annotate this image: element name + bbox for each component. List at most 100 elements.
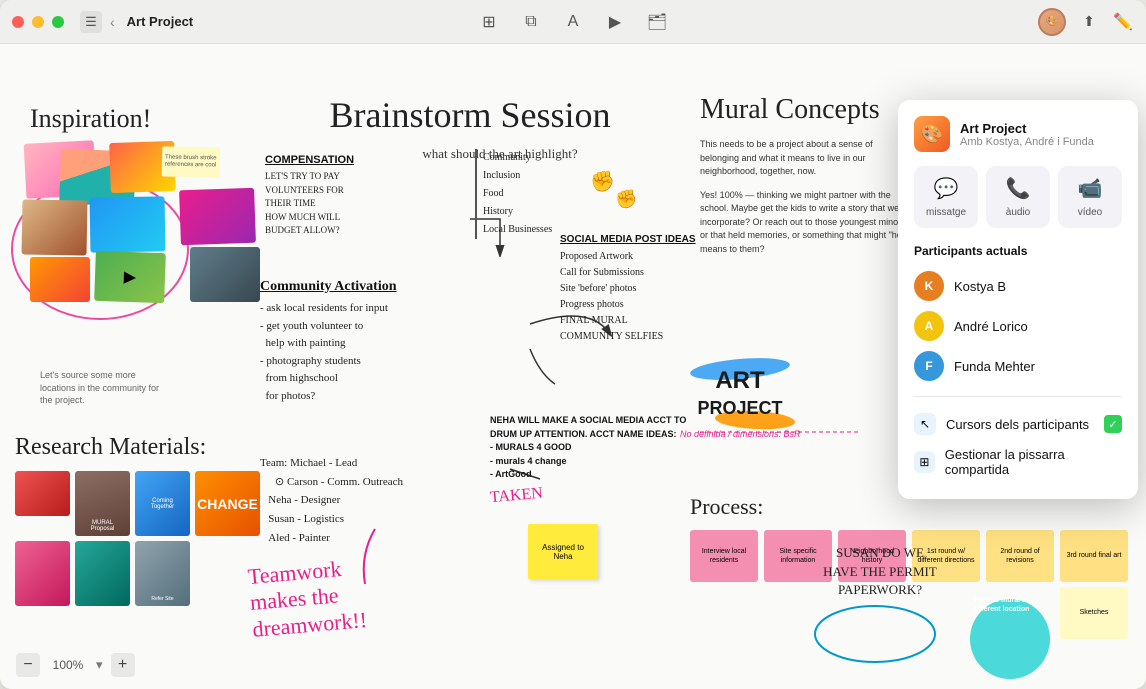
community-items: - ask local residents for input - get yo… (260, 300, 450, 406)
col6-card1: 3rd round final art (1060, 530, 1128, 582)
text-icon[interactable]: A (562, 11, 584, 33)
copy-icon[interactable]: ⧉ (520, 11, 542, 33)
cursors-check: ✓ (1104, 415, 1122, 433)
sidebar-toggle-icon[interactable]: ☰ (80, 11, 102, 33)
edit-icon[interactable]: ✏️ (1112, 11, 1134, 33)
titlebar-tools: ⊞ ⧉ A ▶ 🗂 (478, 11, 668, 33)
video-label: vídeo (1078, 207, 1102, 218)
minimize-button[interactable] (32, 16, 44, 28)
community-title: Community Activation (260, 279, 450, 295)
col6-card2: Sketches (1060, 587, 1128, 639)
zoom-out-button[interactable]: − (16, 653, 40, 677)
thumb-grey: Refer Site (135, 541, 190, 606)
panel-app-icon: 🎨 (914, 116, 950, 152)
cursors-label: Cursors dels participants (946, 417, 1089, 432)
col-2nd-round: 2nd round of revisions (986, 530, 1054, 582)
manage-label: Gestionar la pissarra compartida (945, 447, 1122, 477)
mural-title: Mural Concepts (700, 94, 920, 126)
neha-text: NEHA WILL MAKE A SOCIAL MEDIA ACCT TO DR… (490, 414, 690, 482)
emoji-fist2: ✊ (615, 189, 637, 210)
col-interview: Interview local residents (690, 530, 758, 582)
share-icon[interactable]: ⬆ (1078, 11, 1100, 33)
maximize-button[interactable] (52, 16, 64, 28)
photo-r2 (190, 247, 260, 302)
inspiration-title: Inspiration! (30, 104, 220, 134)
participant-andre: A André Lorico (914, 306, 1122, 346)
thumb-car (15, 471, 70, 516)
message-icon: 💬 (934, 176, 959, 201)
cursor-icon: ↖ (914, 413, 936, 435)
mural-note2: Yes! 100% — thinking we might partner wi… (700, 189, 920, 257)
taken-stamp: TAKEN (489, 484, 543, 507)
video-icon: 📹 (1078, 176, 1103, 201)
research-section: Research Materials: MURALProposal Coming… (15, 434, 275, 606)
emoji-fist1: ✊ (590, 169, 615, 194)
panel-header: 🎨 Art Project Amb Kostya, André i Funda (914, 116, 1122, 152)
panel-title-group: Art Project Amb Kostya, André i Funda (960, 121, 1094, 148)
audio-icon: 📞 (1006, 176, 1031, 201)
neha-box: NEHA WILL MAKE A SOCIAL MEDIA ACCT TO DR… (490, 414, 690, 505)
back-arrow[interactable]: ‹ (106, 12, 119, 32)
panel-subtitle: Amb Kostya, André i Funda (960, 136, 1094, 148)
photo-note: These brush stroke references are cool (162, 146, 221, 177)
titlebar-right: 🎨 ⬆ ✏️ (1038, 8, 1134, 36)
social-title: SOCIAL MEDIA POST IDEAS (560, 234, 720, 245)
andre-name: André Lorico (954, 319, 1028, 334)
table-icon[interactable]: ⊞ (478, 11, 500, 33)
inspiration-note: Let's source some more locations in the … (40, 369, 160, 407)
zoom-in-button[interactable]: + (111, 653, 135, 677)
close-button[interactable] (12, 16, 24, 28)
brainstorm-section: Brainstorm Session what should the art h… (280, 94, 660, 170)
compensation-title: COMPENSATION (265, 154, 415, 166)
research-thumbnails: MURALProposal ComingTogether CHANGE Refe… (15, 471, 275, 606)
col-3rd-round: 3rd round final art Sketches (1060, 530, 1128, 639)
collaboration-panel: 🎨 Art Project Amb Kostya, André i Funda … (898, 100, 1138, 499)
assigned-label: Assigned to Neha (532, 543, 594, 561)
panel-actions: 💬 missatge 📞 àudio 📹 vídeo (914, 166, 1122, 228)
zoom-caret[interactable]: ▾ (96, 657, 103, 673)
media-icon[interactable]: ▶ (604, 11, 626, 33)
message-label: missatge (926, 207, 966, 218)
panel-divider (914, 396, 1122, 397)
manage-board-toggle[interactable]: ⊞ Gestionar la pissarra compartida (914, 441, 1122, 483)
mural-concepts-section: Mural Concepts This needs to be a projec… (700, 94, 920, 256)
research-title: Research Materials: (15, 434, 275, 461)
mural-note: This needs to be a project about a sense… (700, 138, 910, 179)
photo-7: ▶ (94, 251, 166, 303)
photo-6 (30, 257, 90, 302)
titlebar: ☰ ‹ Art Project ⊞ ⧉ A ▶ 🗂 🎨 ⬆ ✏️ (0, 0, 1146, 44)
dimensions-note: No definida / dimensions: BsR (680, 429, 801, 439)
main-window: ☰ ‹ Art Project ⊞ ⧉ A ▶ 🗂 🎨 ⬆ ✏️ (0, 0, 1146, 689)
user-avatar[interactable]: 🎨 (1038, 8, 1066, 36)
thumb-coming-together: ComingTogether (135, 471, 190, 536)
painted-mural-note: Painted mural at different location (966, 596, 1036, 614)
thumb-mural-proposal: MURALProposal (75, 471, 130, 536)
photo-5 (90, 196, 166, 252)
photo-4 (22, 199, 88, 255)
community-section: Community Activation - ask local residen… (260, 279, 450, 406)
kostya-avatar: K (914, 271, 944, 301)
social-media-box: SOCIAL MEDIA POST IDEAS Proposed Artwork… (560, 234, 720, 345)
andre-avatar: A (914, 311, 944, 341)
bottom-toolbar: − 100% ▾ + (16, 653, 135, 677)
message-button[interactable]: 💬 missatge (914, 166, 978, 228)
compensation-box: COMPENSATION LET'S TRY TO PAYVOLUNTEERS … (265, 154, 415, 238)
panel-title: Art Project (960, 121, 1094, 136)
susan-note: SUSAN DO WE HAVE THE PERMIT PAPERWORK? (820, 544, 940, 599)
funda-name: Funda Mehter (954, 359, 1035, 374)
folder-icon[interactable]: 🗂 (646, 11, 668, 33)
brainstorm-title: Brainstorm Session (280, 94, 660, 136)
assigned-sticky: Assigned to Neha (528, 524, 598, 579)
participants-section-title: Participants actuals (914, 244, 1122, 258)
participant-funda: F Funda Mehter (914, 346, 1122, 386)
cursors-toggle[interactable]: ↖ Cursors dels participants ✓ (914, 407, 1122, 441)
traffic-lights (12, 16, 64, 28)
audio-button[interactable]: 📞 àudio (986, 166, 1050, 228)
video-button[interactable]: 📹 vídeo (1058, 166, 1122, 228)
social-items: Proposed Artwork Call for Submissions Si… (560, 249, 720, 345)
participant-kostya: K Kostya B (914, 266, 1122, 306)
board-icon: ⊞ (914, 451, 935, 473)
kostya-name: Kostya B (954, 279, 1006, 294)
window-title: Art Project (127, 14, 193, 29)
photo-r1 (179, 188, 256, 246)
